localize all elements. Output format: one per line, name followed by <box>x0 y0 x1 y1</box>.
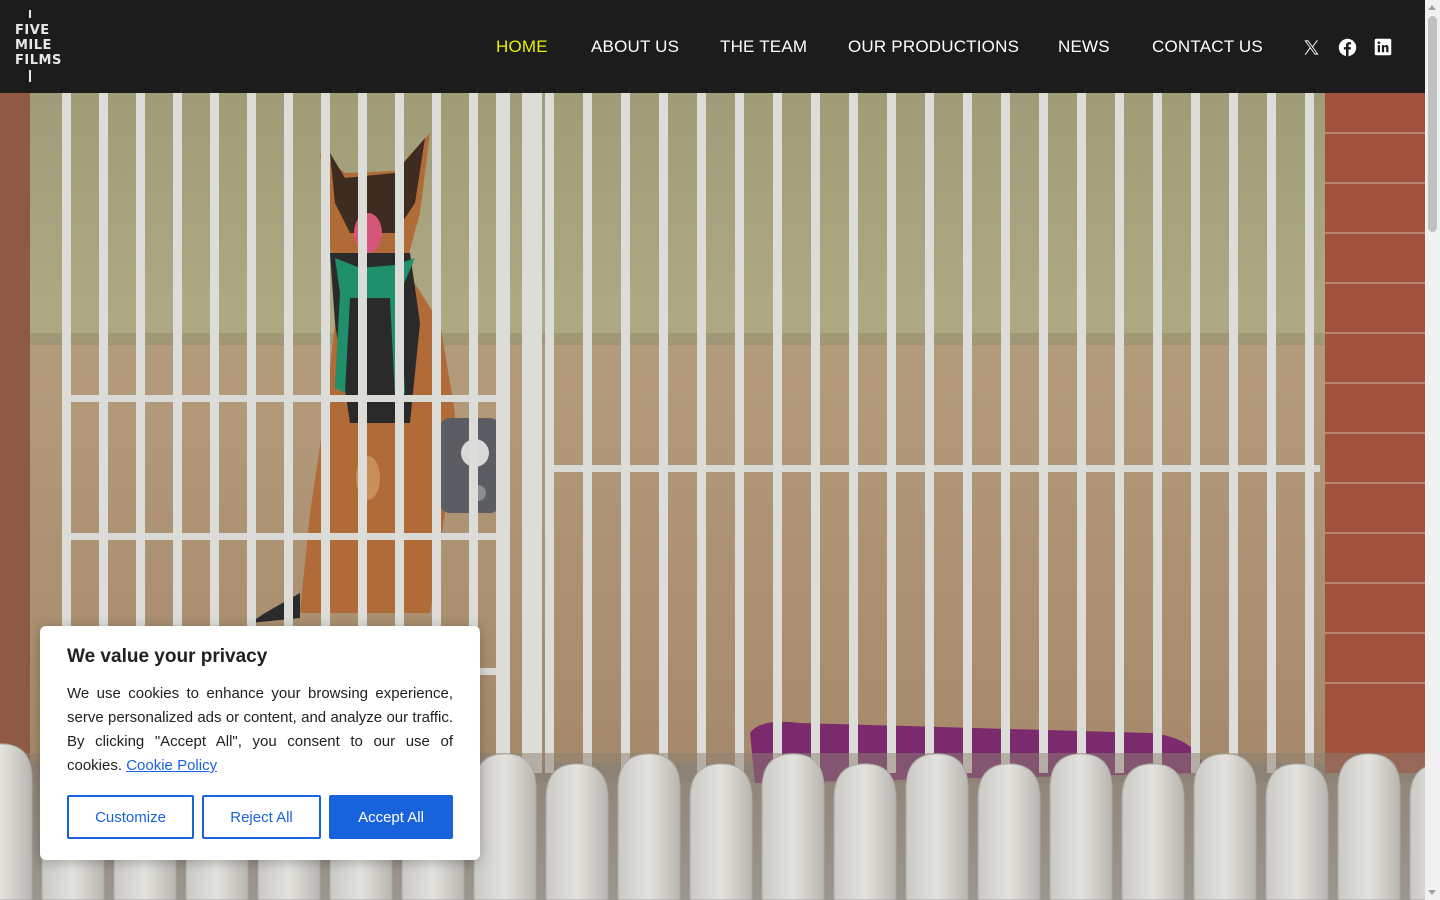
cookie-policy-link[interactable]: Cookie Policy <box>126 757 217 774</box>
reject-all-button[interactable]: Reject All <box>202 795 321 839</box>
nav-item-the-team[interactable]: THE TEAM <box>720 36 807 58</box>
scrollbar-thumb[interactable] <box>1428 16 1437 232</box>
kennel-bar <box>1229 93 1238 773</box>
fence-picket <box>0 743 33 900</box>
logo-bar-bottom <box>29 70 31 82</box>
kennel-bar <box>887 93 896 773</box>
nav-item-our-productions[interactable]: OUR PRODUCTIONS <box>848 36 1019 58</box>
fence-picket <box>905 753 969 900</box>
kennel-bar <box>811 93 820 773</box>
fence-picket <box>617 753 681 900</box>
kennel-bar <box>1305 93 1314 773</box>
fence-picket <box>1049 753 1113 900</box>
logo-word-1: FIVE <box>15 23 50 38</box>
cookie-consent-dialog: We value your privacy We use cookies to … <box>40 626 480 860</box>
kennel-bar <box>735 93 744 773</box>
kennel-bar <box>1077 93 1086 773</box>
kennel-bar <box>522 93 542 773</box>
fence-picket <box>1265 763 1329 900</box>
kennel-bar <box>1115 93 1124 773</box>
kennel-bar <box>659 93 668 773</box>
nav-item-home[interactable]: HOME <box>496 36 548 58</box>
five-mile-films-logo[interactable]: FIVE MILE FILMS <box>14 10 66 84</box>
kennel-bar <box>545 93 554 773</box>
site-header: FIVE MILE FILMS HOME ABOUT US THE TEAM O… <box>0 0 1425 93</box>
cookie-body-text: We use cookies to enhance your browsing … <box>67 685 453 774</box>
nav-item-news[interactable]: NEWS <box>1058 36 1110 58</box>
fence-picket <box>833 763 897 900</box>
scroll-up-arrow[interactable] <box>1428 5 1436 10</box>
cookie-body: We use cookies to enhance your browsing … <box>67 682 453 778</box>
fence-picket <box>977 763 1041 900</box>
nav-item-contact-us[interactable]: CONTACT US <box>1152 36 1263 58</box>
kennel-bar <box>1039 93 1048 773</box>
kennel-bar <box>849 93 858 773</box>
kennel-bar <box>496 93 510 773</box>
fence-picket <box>1409 766 1425 900</box>
logo-word-2: MILE <box>15 38 52 53</box>
fence-picket <box>1337 753 1401 900</box>
logo-word-3: FILMS <box>15 53 62 68</box>
fence-picket <box>689 763 753 900</box>
fence-picket <box>1193 753 1257 900</box>
kennel-bar <box>925 93 934 773</box>
linkedin-icon[interactable] <box>1372 36 1394 58</box>
kennel-bar <box>773 93 782 773</box>
kennel-bar <box>1267 93 1276 773</box>
kennel-bar <box>1001 93 1010 773</box>
kennel-bar <box>583 93 592 773</box>
fence-picket <box>761 753 825 900</box>
scroll-down-arrow[interactable] <box>1428 890 1436 895</box>
fence-picket <box>1121 763 1185 900</box>
logo-bar-top <box>29 10 31 18</box>
fence-picket <box>545 763 609 900</box>
kennel-bar <box>1153 93 1162 773</box>
customize-button[interactable]: Customize <box>67 795 194 839</box>
kennel-bar <box>1191 93 1200 773</box>
accept-all-button[interactable]: Accept All <box>329 795 453 839</box>
x-icon[interactable] <box>1300 36 1322 58</box>
nav-item-about-us[interactable]: ABOUT US <box>591 36 679 58</box>
kennel-bar <box>963 93 972 773</box>
facebook-icon[interactable] <box>1336 36 1358 58</box>
kennel-bar <box>621 93 630 773</box>
page-scrollbar[interactable] <box>1425 0 1440 900</box>
fence-picket <box>473 753 537 900</box>
cookie-title: We value your privacy <box>67 646 268 667</box>
kennel-bar <box>697 93 706 773</box>
